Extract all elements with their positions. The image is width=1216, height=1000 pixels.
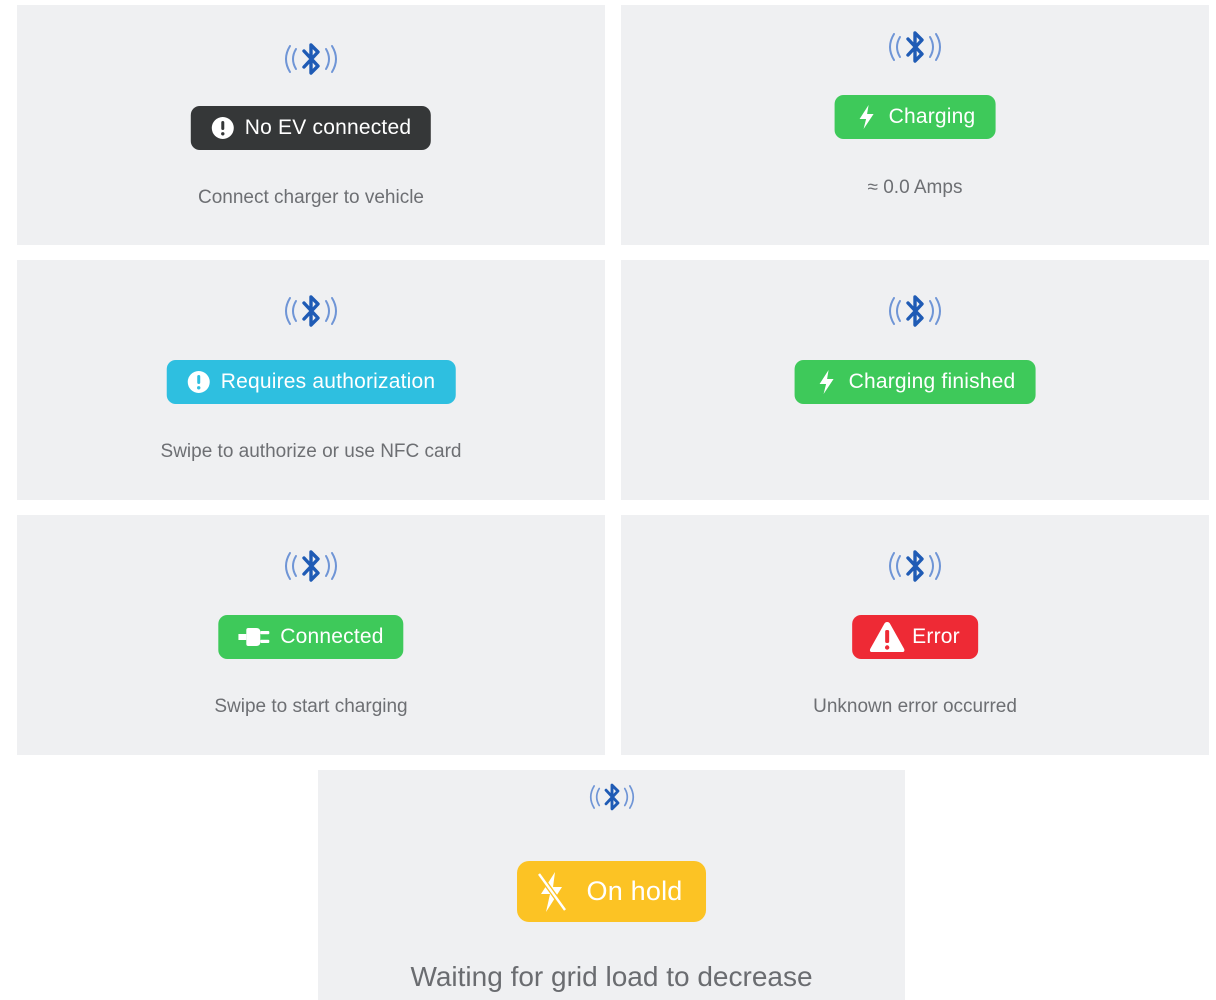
status-card-connected: Connected Swipe to start charging: [17, 515, 605, 755]
status-subtitle: Waiting for grid load to decrease: [410, 961, 813, 992]
status-card-error: Error Unknown error occurred: [621, 515, 1209, 755]
bluetooth-icon: [276, 291, 346, 331]
status-card-no-ev: No EV connected Connect charger to vehic…: [17, 5, 605, 245]
plug-icon: [238, 625, 270, 649]
status-badge: Error: [852, 615, 978, 659]
bluetooth-icon: [582, 780, 642, 814]
status-badge: Charging finished: [794, 360, 1036, 404]
bluetooth-icon: [880, 291, 950, 331]
status-subtitle: Swipe to start charging: [214, 696, 408, 717]
lightning-off-icon: [535, 870, 569, 914]
exclamation-circle-icon: [211, 116, 235, 140]
status-label: Connected: [280, 625, 384, 648]
status-card-charging-finished: Charging finished: [621, 260, 1209, 500]
status-subtitle: ≈ 0.0 Amps: [867, 177, 963, 198]
status-subtitle: Unknown error occurred: [813, 696, 1017, 717]
status-label: Error: [912, 625, 960, 648]
status-badge: Requires authorization: [166, 360, 456, 404]
bluetooth-icon: [880, 27, 950, 67]
status-card-requires-authorization: Requires authorization Swipe to authoriz…: [17, 260, 605, 500]
warning-triangle-icon: [868, 620, 906, 654]
status-badge: On hold: [516, 861, 707, 922]
status-card-on-hold: On hold Waiting for grid load to decreas…: [318, 770, 905, 1000]
lightning-bolt-icon: [855, 105, 879, 129]
status-label: No EV connected: [244, 116, 412, 139]
status-badge: No EV connected: [190, 106, 432, 150]
status-card-charging: Charging ≈ 0.0 Amps: [621, 5, 1209, 245]
bluetooth-icon: [276, 39, 346, 79]
status-label: On hold: [586, 876, 683, 906]
status-subtitle: Swipe to authorize or use NFC card: [160, 441, 462, 462]
status-badge: Charging: [834, 95, 996, 139]
status-label: Requires authorization: [220, 370, 436, 393]
bluetooth-icon: [880, 546, 950, 586]
lightning-bolt-icon: [815, 370, 839, 394]
status-label: Charging finished: [848, 370, 1016, 393]
status-badge: Connected: [218, 615, 404, 659]
exclamation-circle-icon: [187, 370, 211, 394]
status-subtitle: Connect charger to vehicle: [197, 187, 424, 208]
status-gallery: No EV connected Connect charger to vehic…: [0, 0, 1216, 1000]
bluetooth-icon: [276, 546, 346, 586]
status-label: Charging: [888, 105, 976, 128]
